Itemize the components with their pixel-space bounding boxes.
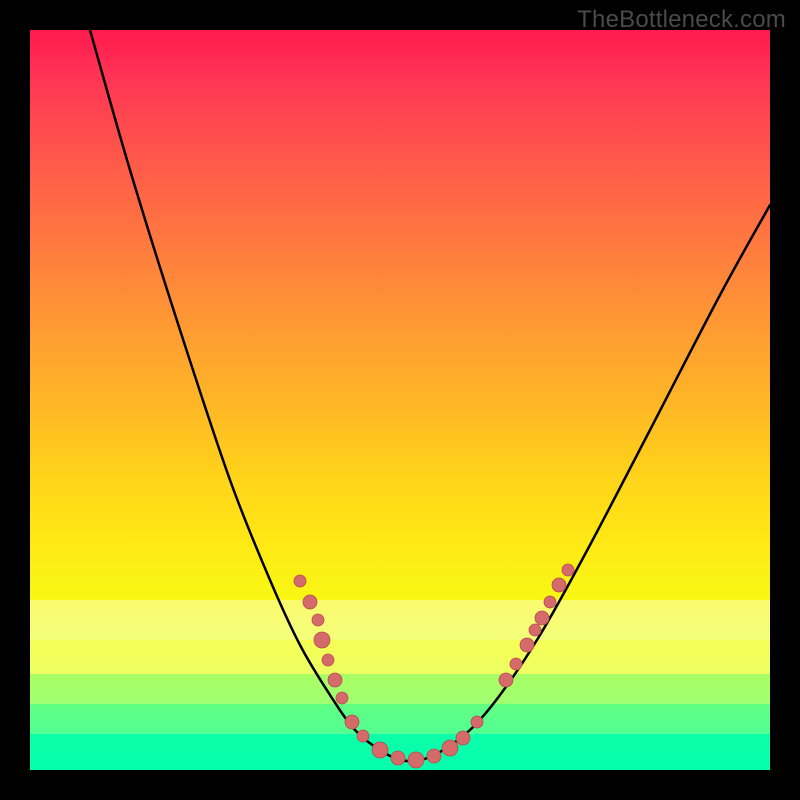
attribution-text: TheBottleneck.com: [577, 6, 786, 34]
band-pale: [30, 600, 770, 640]
band-green-3: [30, 734, 770, 770]
plot-area: [30, 30, 770, 770]
band-yellow: [30, 640, 770, 674]
quality-bands: [30, 600, 770, 770]
band-green-1: [30, 674, 770, 704]
band-green-2: [30, 704, 770, 734]
